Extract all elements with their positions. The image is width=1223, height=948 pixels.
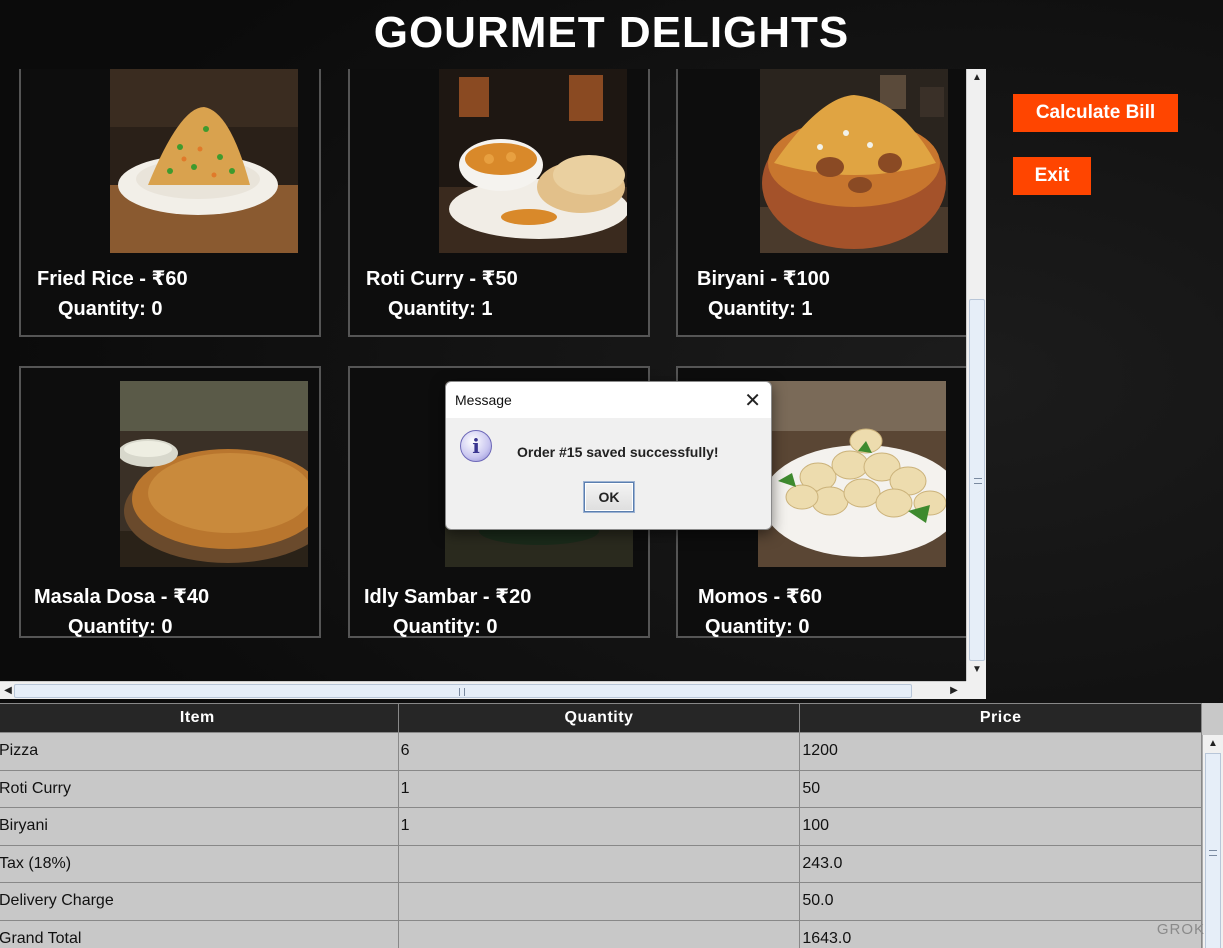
table-row[interactable]: Biryani 1 100	[0, 807, 1202, 846]
table-cell[interactable]: 1200	[799, 732, 1202, 771]
roti-curry-photo	[439, 69, 627, 253]
scroll-down-icon[interactable]: ▼	[967, 661, 987, 679]
table-cell[interactable]: Grand Total	[0, 919, 399, 948]
column-header-price[interactable]: Price	[799, 703, 1202, 733]
scroll-up-icon[interactable]: ▲	[967, 69, 987, 87]
bill-table: Item Quantity Price Pizza 6 1200 Roti Cu…	[0, 703, 1202, 948]
table-cell[interactable]: Tax (18%)	[0, 844, 399, 883]
table-cell[interactable]: 50.0	[799, 882, 1202, 921]
menu-card-fried-rice[interactable]: Fried Rice - ₹60 Quantity: 0	[19, 69, 321, 337]
table-cell[interactable]: 50	[799, 769, 1202, 808]
watermark-label: GROK	[1156, 921, 1205, 938]
table-header-row: Item Quantity Price	[0, 703, 1202, 733]
menu-card-roti-curry[interactable]: Roti Curry - ₹50 Quantity: 1	[348, 69, 650, 337]
menu-item-quantity: Quantity: 0	[705, 616, 810, 638]
table-row[interactable]: Roti Curry 1 50	[0, 769, 1202, 808]
table-cell[interactable]: Roti Curry	[0, 769, 399, 808]
table-cell[interactable]	[397, 882, 801, 921]
table-cell[interactable]: 100	[799, 807, 1202, 846]
table-row[interactable]: Grand Total 1643.0	[0, 919, 1202, 948]
table-cell[interactable]: Delivery Charge	[0, 882, 399, 921]
dialog-message: Order #15 saved successfully!	[517, 444, 719, 460]
column-header-item[interactable]: Item	[0, 703, 399, 733]
ok-button[interactable]: OK	[584, 482, 634, 512]
table-cell[interactable]: 1	[397, 807, 801, 846]
scrollbar-thumb[interactable]	[14, 684, 912, 698]
menu-item-quantity: Quantity: 0	[68, 616, 173, 638]
menu-card-biryani[interactable]: Biryani - ₹100 Quantity: 1	[676, 69, 966, 337]
menu-item-name: Momos - ₹60	[698, 586, 822, 608]
message-dialog: Message ✕ i Order #15 saved successfully…	[445, 381, 772, 530]
scroll-right-icon[interactable]: ▶	[946, 682, 962, 700]
table-cell[interactable]: Pizza	[0, 732, 399, 771]
app-title: GOURMET DELIGHTS	[373, 8, 850, 57]
menu-scroll-pane[interactable]: Fried Rice - ₹60 Quantity: 0 Roti Curry …	[0, 69, 966, 681]
table-row[interactable]: Delivery Charge 50.0	[0, 882, 1202, 921]
biryani-photo	[760, 69, 948, 253]
table-cell[interactable]: 1643.0	[799, 919, 1202, 948]
table-cell[interactable]: 1	[397, 769, 801, 808]
table-vertical-scrollbar[interactable]: ▲	[1202, 735, 1223, 948]
momos-photo	[758, 381, 946, 567]
menu-item-name: Idly Sambar - ₹20	[364, 586, 532, 608]
table-cell[interactable]: 6	[397, 732, 801, 771]
menu-item-name: Roti Curry - ₹50	[366, 268, 518, 290]
masala-dosa-photo	[120, 381, 308, 567]
table-cell[interactable]	[397, 919, 801, 948]
fried-rice-photo	[110, 69, 298, 253]
menu-item-quantity: Quantity: 1	[708, 298, 813, 320]
menu-card-masala-dosa[interactable]: Masala Dosa - ₹40 Quantity: 0	[19, 366, 321, 638]
scroll-up-icon[interactable]: ▲	[1203, 735, 1223, 753]
info-icon: i	[460, 430, 492, 462]
menu-horizontal-scrollbar[interactable]: ◀ ▶	[0, 681, 966, 699]
menu-vertical-scrollbar[interactable]: ▲ ▼	[966, 69, 986, 681]
menu-item-name: Biryani - ₹100	[697, 268, 830, 290]
scrollbar-thumb[interactable]	[1205, 753, 1221, 948]
dialog-title: Message	[455, 392, 512, 408]
bill-table-pane[interactable]: Item Quantity Price Pizza 6 1200 Roti Cu…	[0, 703, 1223, 948]
table-row[interactable]: Pizza 6 1200	[0, 732, 1202, 771]
scrollbar-thumb[interactable]	[969, 299, 985, 661]
close-icon[interactable]: ✕	[744, 388, 761, 413]
exit-button[interactable]: Exit	[1013, 157, 1091, 195]
table-row[interactable]: Tax (18%) 243.0	[0, 844, 1202, 883]
menu-item-quantity: Quantity: 0	[58, 298, 163, 320]
table-cell[interactable]: Biryani	[0, 807, 399, 846]
menu-item-name: Fried Rice - ₹60	[37, 268, 188, 290]
menu-item-name: Masala Dosa - ₹40	[34, 586, 210, 608]
calculate-bill-button[interactable]: Calculate Bill	[1013, 94, 1178, 132]
menu-item-quantity: Quantity: 1	[388, 298, 493, 320]
column-header-quantity[interactable]: Quantity	[397, 703, 801, 733]
menu-item-quantity: Quantity: 0	[393, 616, 498, 638]
scroll-corner	[966, 681, 986, 699]
table-cell[interactable]: 243.0	[799, 844, 1202, 883]
table-cell[interactable]	[397, 844, 801, 883]
